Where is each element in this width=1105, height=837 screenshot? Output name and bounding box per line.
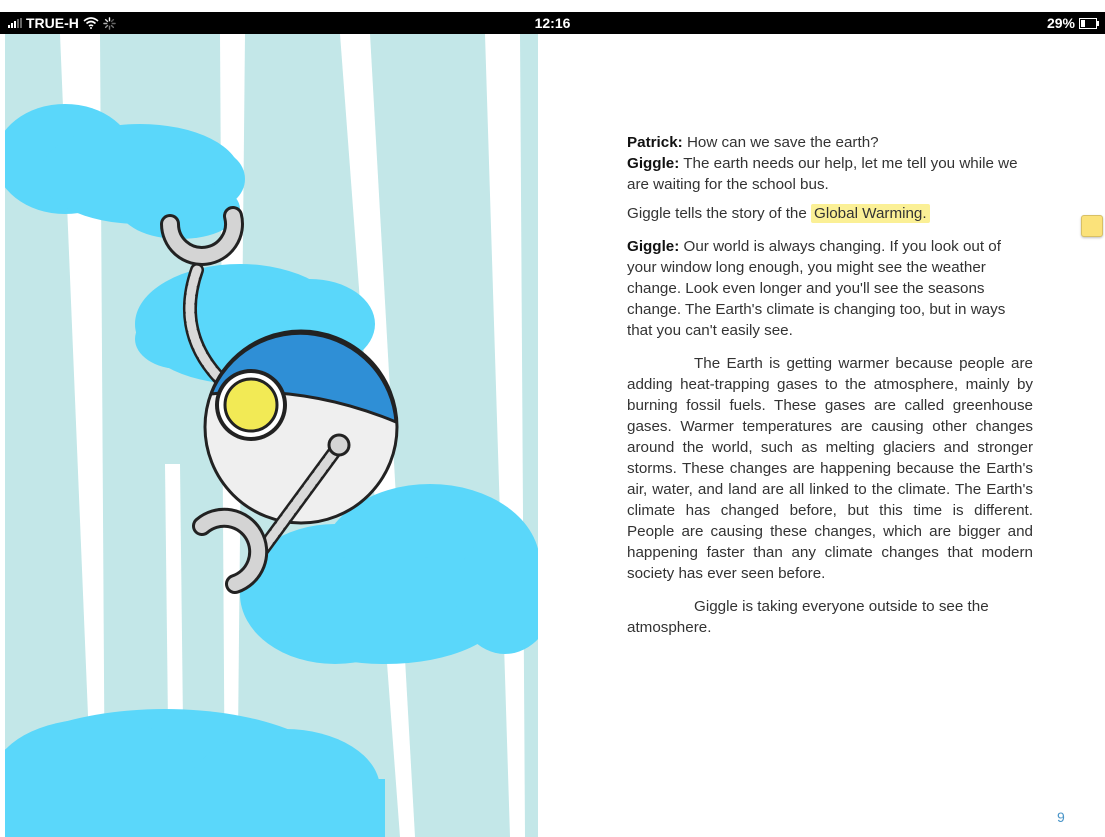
final-paragraph: Giggle is taking everyone outside to see… bbox=[627, 598, 989, 636]
dialogue-line: How can we save the earth? bbox=[686, 134, 879, 151]
dialogue-line: The earth needs our help, let me tell yo… bbox=[627, 155, 1018, 193]
illustration-canvas bbox=[5, 34, 538, 837]
story-intro: Giggle tells the story of the Global War… bbox=[627, 203, 1033, 224]
status-bar: TRUE-H 12:16 29% bbox=[0, 12, 1105, 34]
speaker-giggle: Giggle: bbox=[627, 238, 680, 255]
battery-icon bbox=[1079, 17, 1099, 29]
page-number: 9 bbox=[1057, 809, 1065, 825]
battery-level bbox=[1081, 19, 1085, 27]
illustration-page bbox=[5, 34, 538, 837]
main-paragraph: The Earth is getting warmer because peop… bbox=[627, 355, 1033, 582]
speaker-patrick: Patrick: bbox=[627, 134, 683, 151]
note-icon[interactable] bbox=[1081, 215, 1103, 237]
giggle-paragraph: Giggle: Our world is always changing. If… bbox=[627, 236, 1033, 341]
giggle-text: Our world is always changing. If you loo… bbox=[627, 238, 1006, 339]
robot-eye bbox=[215, 369, 287, 441]
battery-percent: 29% bbox=[1046, 15, 1075, 31]
story-intro-text: Giggle tells the story of the bbox=[627, 205, 807, 222]
page-text[interactable]: Patrick: How can we save the earth? Gigg… bbox=[627, 132, 1033, 648]
status-time: 12:16 bbox=[534, 15, 571, 31]
highlighted-text[interactable]: Global Warming. bbox=[811, 204, 930, 223]
text-page[interactable]: Patrick: How can we save the earth? Gigg… bbox=[540, 34, 1105, 837]
dialogue-block: Patrick: How can we save the earth? Gigg… bbox=[627, 132, 1033, 195]
speaker-giggle: Giggle: bbox=[627, 155, 680, 172]
status-right: 29% bbox=[1046, 15, 1099, 31]
